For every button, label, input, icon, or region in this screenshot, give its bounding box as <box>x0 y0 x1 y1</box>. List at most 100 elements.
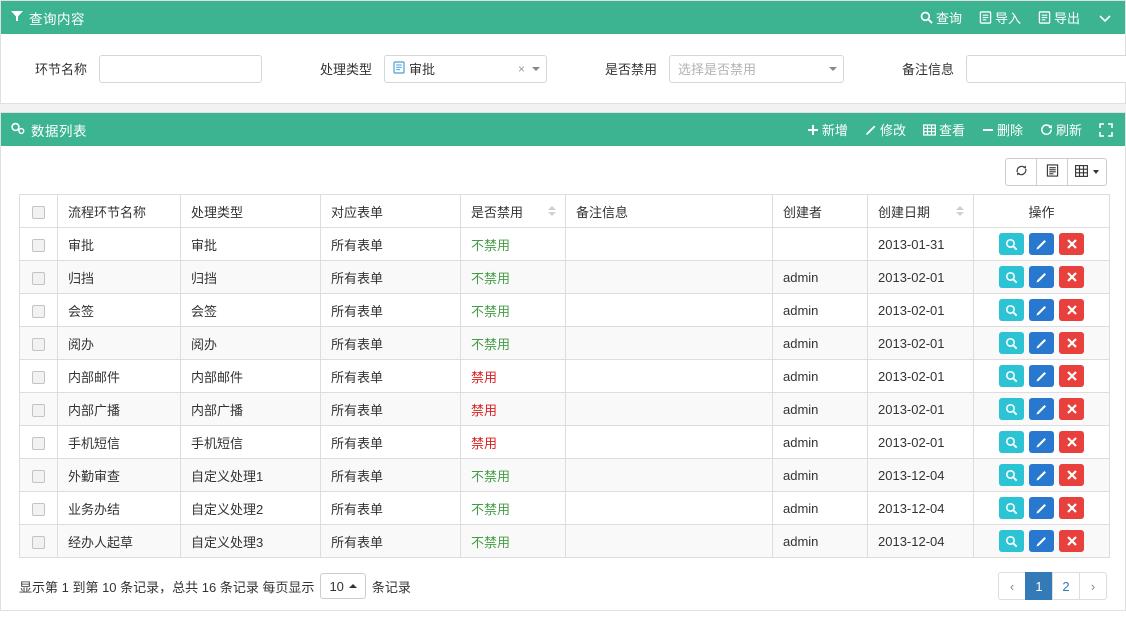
th-type[interactable]: 处理类型 <box>180 194 321 228</box>
delete-button[interactable]: 删除 <box>982 120 1023 139</box>
th-form[interactable]: 对应表单 <box>320 194 461 228</box>
row-checkbox[interactable] <box>32 436 45 450</box>
th-created[interactable]: 创建日期 <box>867 194 974 228</box>
table-row[interactable]: 内部邮件 内部邮件 所有表单 禁用 admin 2013-02-01 <box>19 359 1110 393</box>
row-edit-button[interactable] <box>1029 398 1054 420</box>
row-view-button[interactable] <box>999 497 1024 519</box>
pagination-next[interactable]: › <box>1079 572 1107 600</box>
row-view-button[interactable] <box>999 431 1024 453</box>
row-select-cell[interactable] <box>19 491 58 525</box>
select-all-checkbox[interactable] <box>32 205 45 219</box>
th-created-label: 创建日期 <box>878 204 931 220</box>
row-checkbox[interactable] <box>32 535 45 549</box>
row-checkbox[interactable] <box>32 337 45 351</box>
table-refresh-button[interactable] <box>1005 158 1037 186</box>
row-delete-button[interactable] <box>1059 497 1084 519</box>
table-row[interactable]: 手机短信 手机短信 所有表单 禁用 admin 2013-02-01 <box>19 425 1110 459</box>
chevron-down-icon[interactable] <box>532 66 540 71</box>
row-delete-button[interactable] <box>1059 233 1084 255</box>
row-delete-button[interactable] <box>1059 332 1084 354</box>
row-delete-button[interactable] <box>1059 365 1084 387</box>
row-edit-button[interactable] <box>1029 497 1054 519</box>
row-view-button[interactable] <box>999 332 1024 354</box>
row-select-cell[interactable] <box>19 260 58 294</box>
row-view-button[interactable] <box>999 266 1024 288</box>
handle-type-select[interactable]: 审批 × <box>384 54 547 83</box>
row-checkbox[interactable] <box>32 469 45 483</box>
pagination-prev[interactable]: ‹ <box>998 572 1026 600</box>
row-delete-button[interactable] <box>1059 464 1084 486</box>
disabled-select[interactable]: 选择是否禁用 <box>669 54 844 83</box>
memo-input[interactable] <box>966 54 1126 83</box>
table-row[interactable]: 内部广播 内部广播 所有表单 禁用 admin 2013-02-01 <box>19 392 1110 426</box>
page-size-select[interactable]: 10 <box>320 573 366 599</box>
row-checkbox[interactable] <box>32 304 45 318</box>
table-columns-button[interactable] <box>1067 158 1107 186</box>
row-delete-button[interactable] <box>1059 299 1084 321</box>
row-delete-button[interactable] <box>1059 431 1084 453</box>
row-edit-button[interactable] <box>1029 431 1054 453</box>
row-checkbox[interactable] <box>32 502 45 516</box>
row-view-button[interactable] <box>999 365 1024 387</box>
cell-creator: admin <box>772 260 868 294</box>
collapse-panel-button[interactable] <box>1097 11 1113 25</box>
row-edit-button[interactable] <box>1029 332 1054 354</box>
export-button[interactable]: 导出 <box>1038 8 1080 27</box>
row-edit-button[interactable] <box>1029 266 1054 288</box>
table-row[interactable]: 业务办结 自定义处理2 所有表单 不禁用 admin 2013-12-04 <box>19 491 1110 525</box>
row-edit-button[interactable] <box>1029 299 1054 321</box>
chevron-down-icon[interactable] <box>829 66 837 71</box>
row-checkbox[interactable] <box>32 238 45 252</box>
row-select-cell[interactable] <box>19 227 58 261</box>
cell-name: 外勤审查 <box>57 458 181 492</box>
th-name[interactable]: 流程环节名称 <box>57 194 181 228</box>
row-edit-button[interactable] <box>1029 365 1054 387</box>
row-view-button[interactable] <box>999 233 1024 255</box>
pagination-page-1[interactable]: 1 <box>1025 572 1053 600</box>
row-select-cell[interactable] <box>19 425 58 459</box>
row-delete-button[interactable] <box>1059 266 1084 288</box>
row-checkbox[interactable] <box>32 403 45 417</box>
search-button[interactable]: 查询 <box>920 8 962 27</box>
row-delete-button[interactable] <box>1059 530 1084 552</box>
table-row[interactable]: 外勤审查 自定义处理1 所有表单 不禁用 admin 2013-12-04 <box>19 458 1110 492</box>
clear-icon[interactable]: × <box>511 62 532 76</box>
refresh-button[interactable]: 刷新 <box>1040 120 1082 139</box>
fullscreen-button[interactable] <box>1099 122 1113 137</box>
table-row[interactable]: 审批 审批 所有表单 不禁用 2013-01-31 <box>19 227 1110 261</box>
th-select-all[interactable] <box>19 194 58 228</box>
import-button[interactable]: 导入 <box>979 8 1021 27</box>
row-edit-button[interactable] <box>1029 233 1054 255</box>
row-view-button[interactable] <box>999 530 1024 552</box>
table-toggle-view-button[interactable] <box>1036 158 1068 186</box>
row-checkbox[interactable] <box>32 271 45 285</box>
grid-icon <box>1075 164 1088 180</box>
row-checkbox[interactable] <box>32 370 45 384</box>
row-view-button[interactable] <box>999 299 1024 321</box>
row-select-cell[interactable] <box>19 392 58 426</box>
row-view-button[interactable] <box>999 464 1024 486</box>
edit-button[interactable]: 修改 <box>865 120 906 139</box>
table-row[interactable]: 会签 会签 所有表单 不禁用 admin 2013-02-01 <box>19 293 1110 327</box>
row-select-cell[interactable] <box>19 326 58 360</box>
th-disabled[interactable]: 是否禁用 <box>460 194 566 228</box>
row-delete-button[interactable] <box>1059 398 1084 420</box>
th-memo[interactable]: 备注信息 <box>565 194 773 228</box>
row-edit-button[interactable] <box>1029 464 1054 486</box>
row-select-cell[interactable] <box>19 458 58 492</box>
link-name-input[interactable] <box>99 54 262 83</box>
cell-memo <box>565 359 773 393</box>
row-edit-button[interactable] <box>1029 530 1054 552</box>
add-button[interactable]: 新增 <box>807 120 848 139</box>
view-button[interactable]: 查看 <box>923 120 965 139</box>
row-select-cell[interactable] <box>19 293 58 327</box>
table-row[interactable]: 归挡 归挡 所有表单 不禁用 admin 2013-02-01 <box>19 260 1110 294</box>
table-row[interactable]: 阅办 阅办 所有表单 不禁用 admin 2013-02-01 <box>19 326 1110 360</box>
pagination-page-2[interactable]: 2 <box>1052 572 1080 600</box>
table-row[interactable]: 经办人起草 自定义处理3 所有表单 不禁用 admin 2013-12-04 <box>19 524 1110 558</box>
row-select-cell[interactable] <box>19 524 58 558</box>
th-creator[interactable]: 创建者 <box>772 194 868 228</box>
cell-disabled: 不禁用 <box>460 260 566 294</box>
row-view-button[interactable] <box>999 398 1024 420</box>
row-select-cell[interactable] <box>19 359 58 393</box>
